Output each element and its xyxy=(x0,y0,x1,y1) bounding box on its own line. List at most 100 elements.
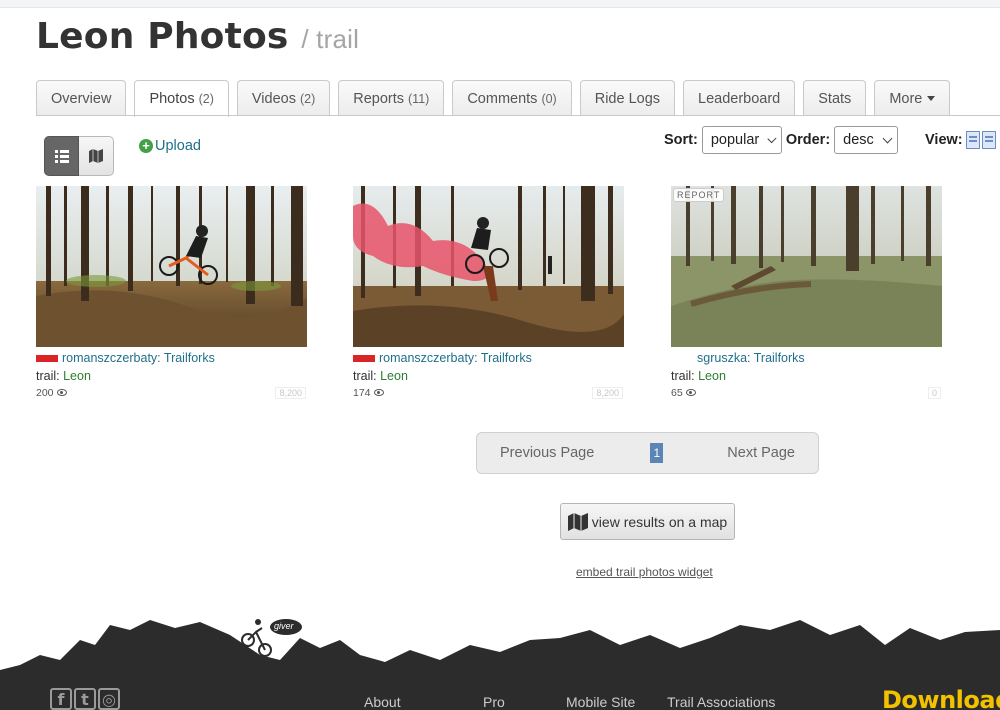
sort-select-value: popular xyxy=(710,132,760,148)
tab-label: More xyxy=(889,90,923,107)
tab-comments[interactable]: Comments (0) xyxy=(452,80,572,116)
eye-icon xyxy=(56,389,67,396)
page-title: Leon Photos / trail xyxy=(36,16,359,57)
trail-line: trail: Leon xyxy=(36,369,308,383)
twitter-icon[interactable]: t xyxy=(74,688,96,710)
photo-author[interactable]: romanszczerbaty: Trailforks xyxy=(353,350,625,366)
tab-reports[interactable]: Reports (11) xyxy=(338,80,445,116)
flag-placeholder-icon xyxy=(671,355,693,362)
author-link[interactable]: sgruszka: Trailforks xyxy=(697,351,805,365)
map-icon xyxy=(89,149,103,163)
author-link[interactable]: romanszczerbaty: Trailforks xyxy=(62,351,215,365)
embed-widget-link[interactable]: embed trail photos widget xyxy=(576,565,713,579)
tab-videos[interactable]: Videos (2) xyxy=(236,80,331,116)
chevron-down-icon xyxy=(767,133,777,143)
photo-meta: 174 8,200 xyxy=(353,387,625,399)
order-select-value: desc xyxy=(843,132,874,148)
tab-more[interactable]: More xyxy=(874,80,951,116)
tabs-divider xyxy=(36,115,1000,116)
tab-label: Leaderboard xyxy=(698,90,781,107)
photo-author[interactable]: romanszczerbaty: Trailforks xyxy=(36,350,308,366)
footer-link-trail-associations[interactable]: Trail Associations xyxy=(667,694,775,710)
instagram-icon[interactable]: ◎ xyxy=(98,688,120,710)
photo-thumbnail[interactable] xyxy=(36,186,307,347)
page-title-subtitle: / trail xyxy=(301,24,360,54)
detail-view-icon[interactable] xyxy=(982,131,996,149)
tab-photos[interactable]: Photos (2) xyxy=(134,80,229,117)
forest-jump-photo xyxy=(36,186,307,347)
tab-leaderboard[interactable]: Leaderboard xyxy=(683,80,796,116)
views-count: 65 xyxy=(671,387,696,399)
next-page-button[interactable]: Next Page xyxy=(727,445,795,461)
tab-label: Comments xyxy=(467,90,538,107)
tab-label: Photos xyxy=(149,91,195,107)
poland-flag-icon xyxy=(36,354,58,362)
report-badge: REPORT xyxy=(673,188,725,202)
photo-thumbnail[interactable] xyxy=(353,186,624,347)
tab-label: Videos xyxy=(251,90,296,107)
view-mode-icons xyxy=(966,131,998,149)
page-title-main: Leon Photos xyxy=(36,16,289,57)
chevron-down-icon xyxy=(882,133,893,143)
views-value: 174 xyxy=(353,387,371,399)
author-link[interactable]: romanszczerbaty: Trailforks xyxy=(379,351,532,365)
tab-label: Ride Logs xyxy=(594,90,661,107)
sort-controls: Sort: popular Order: desc xyxy=(664,126,902,154)
trail-link[interactable]: Leon xyxy=(698,369,726,383)
tab-count: (2) xyxy=(299,91,316,106)
photo-score: 8,200 xyxy=(275,387,306,399)
footer-link-about[interactable]: About xyxy=(364,694,401,710)
views-value: 200 xyxy=(36,387,54,399)
photo-score: 8,200 xyxy=(592,387,623,399)
caret-down-icon xyxy=(927,96,936,101)
views-value: 65 xyxy=(671,387,683,399)
photo-meta: 65 0 xyxy=(671,387,943,399)
previous-page-button[interactable]: Previous Page xyxy=(500,445,594,461)
tab-count: (11) xyxy=(408,91,430,106)
mascot-speech-bubble: giver xyxy=(274,621,294,631)
trail-line: trail: Leon xyxy=(353,369,625,383)
sort-select[interactable]: popular xyxy=(701,126,782,154)
tab-label: Reports xyxy=(353,90,405,107)
tab-ride-logs[interactable]: Ride Logs xyxy=(579,80,676,116)
tab-label: Overview xyxy=(51,90,112,107)
photo-thumbnail[interactable]: REPORT xyxy=(671,186,942,347)
photo-author[interactable]: sgruszka: Trailforks xyxy=(671,350,943,366)
browser-top-strip xyxy=(0,0,1000,8)
pagination: Previous Page 1 Next Page xyxy=(476,432,819,474)
list-icon xyxy=(54,150,69,163)
photo-card: REPORT sgruszka: Trailforks trail: Leon … xyxy=(671,186,943,399)
layout-toggle xyxy=(44,136,114,176)
trail-link[interactable]: Leon xyxy=(63,369,91,383)
order-select[interactable]: desc xyxy=(834,126,899,154)
view-label: View: xyxy=(925,132,963,148)
eye-icon xyxy=(685,389,696,396)
forest-trail-photo xyxy=(671,186,942,347)
footer-link-mobile-site[interactable]: Mobile Site xyxy=(566,694,635,710)
view-on-map-button[interactable]: view results on a map xyxy=(560,503,735,540)
trail-prefix: trail: xyxy=(671,369,695,383)
footer-link-pro[interactable]: Pro xyxy=(483,694,505,710)
photo-score: 0 xyxy=(927,387,941,399)
order-label: Order: xyxy=(785,132,831,148)
trail-link[interactable]: Leon xyxy=(380,369,408,383)
upload-link[interactable]: + Upload xyxy=(139,138,201,154)
tab-overview[interactable]: Overview xyxy=(36,80,127,116)
smoke-jump-photo xyxy=(353,186,624,347)
tab-label: Stats xyxy=(818,90,852,107)
tab-count: (2) xyxy=(198,92,214,106)
map-view-button[interactable] xyxy=(79,136,114,176)
trail-prefix: trail: xyxy=(36,369,60,383)
poland-flag-icon xyxy=(353,354,375,362)
current-page-number[interactable]: 1 xyxy=(650,443,664,463)
views-count: 200 xyxy=(36,387,67,399)
trail-prefix: trail: xyxy=(353,369,377,383)
photo-card: romanszczerbaty: Trailforks trail: Leon … xyxy=(36,186,308,399)
download-button[interactable]: Download xyxy=(882,686,1000,710)
social-links: f t ◎ xyxy=(50,688,122,710)
tab-count: (0) xyxy=(541,91,557,106)
tab-stats[interactable]: Stats xyxy=(803,80,867,116)
list-view-button[interactable] xyxy=(44,136,79,176)
facebook-icon[interactable]: f xyxy=(50,688,72,710)
thumbnail-view-icon[interactable] xyxy=(966,131,980,149)
